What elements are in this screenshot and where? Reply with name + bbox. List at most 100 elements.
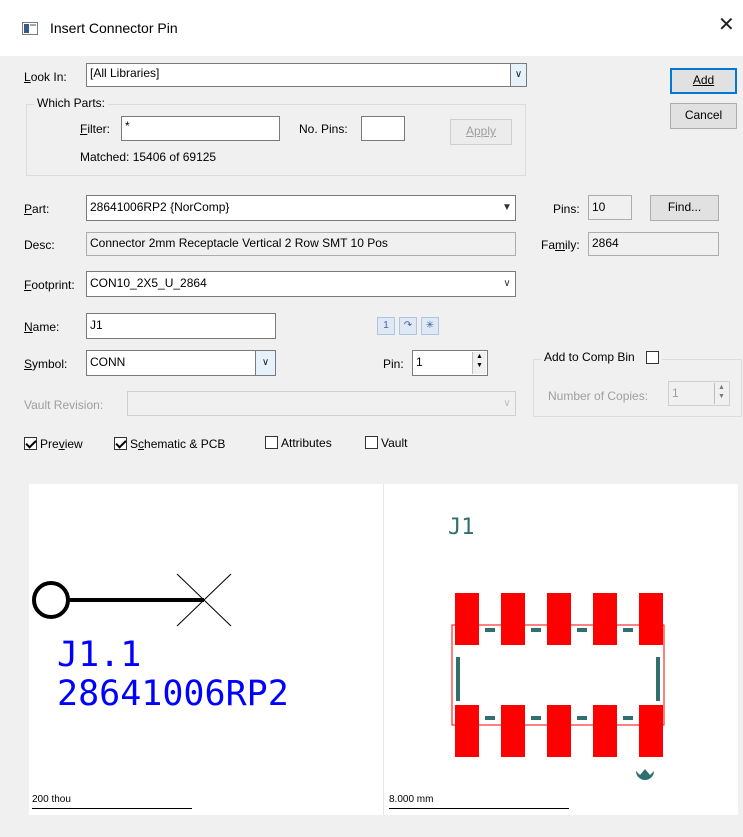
family-label: Family:: [541, 238, 580, 252]
schematic-pcb-checkbox[interactable]: [114, 437, 127, 451]
part-value: 28641006RP2 {NorComp}: [90, 200, 230, 214]
desc-label: Desc:: [24, 238, 55, 252]
which-parts-caption: Which Parts:: [34, 96, 109, 110]
pad: [593, 593, 617, 645]
rotate-tool-icon[interactable]: ↷: [399, 317, 417, 335]
footprint-value: CON10_2X5_U_2864: [90, 276, 207, 290]
schematic-pcb-label: Schematic & PCB: [130, 436, 226, 451]
comp-bin-label: Add to Comp Bin: [544, 350, 635, 364]
pins-value: 10: [588, 195, 632, 220]
schematic-ref-text: J1.1: [57, 635, 142, 675]
window-title: Insert Connector Pin: [50, 20, 178, 36]
no-pins-input[interactable]: [361, 116, 405, 141]
filter-label: Filter:: [80, 122, 111, 136]
part-dropdown[interactable]: 28641006RP2 {NorComp} ▼: [86, 195, 516, 221]
chevron-down-icon[interactable]: ∨: [255, 351, 275, 375]
schematic-pin-graphic: [32, 573, 232, 627]
pad: [455, 705, 479, 757]
silk-mark: [485, 716, 495, 720]
family-value: 2864: [588, 232, 719, 256]
silk-mark: [577, 628, 587, 632]
comp-bin-caption: Add to Comp Bin: [541, 350, 663, 365]
pins-label: Pins:: [553, 202, 580, 216]
pad: [455, 593, 479, 645]
add-button-label: Add: [692, 73, 715, 87]
no-pins-label: No. Pins:: [299, 122, 348, 136]
schematic-scale-label: 200 thou: [32, 794, 71, 805]
schematic-part-text: 28641006RP2: [57, 674, 289, 714]
name-input[interactable]: J1: [86, 313, 276, 339]
look-in-label: Look In:: [24, 70, 67, 84]
vault-revision-label: Vault Revision:: [24, 398, 104, 412]
symbol-label: Symbol:: [24, 357, 68, 371]
symbol-dropdown[interactable]: CONN ∨: [86, 350, 276, 376]
schematic-pcb-option[interactable]: Schematic & PCB: [114, 436, 225, 451]
close-icon[interactable]: ✕: [718, 15, 735, 35]
silk-mark: [577, 716, 587, 720]
pcb-footprint-graphic: [451, 593, 665, 780]
pin1-marker-icon: [636, 769, 654, 780]
pin-spinner[interactable]: 1 ▲ ▼: [412, 350, 488, 376]
filter-input[interactable]: *: [121, 116, 280, 141]
pcb-scale-label: 8.000 mm: [389, 794, 434, 805]
pcb-ref-text: J1: [448, 515, 475, 540]
silk-mark: [531, 628, 541, 632]
silk-mark: [531, 716, 541, 720]
pin-circle: [32, 581, 70, 619]
vault-label: Vault: [381, 435, 408, 450]
number-tool-icon[interactable]: 1: [377, 317, 395, 335]
asterisk-tool-icon[interactable]: ✳: [421, 317, 439, 335]
pad: [501, 705, 525, 757]
attributes-checkbox[interactable]: [265, 436, 278, 450]
vault-revision-dropdown[interactable]: ∨: [127, 391, 516, 416]
spinner-arrows-icon[interactable]: ▲ ▼: [472, 352, 486, 374]
copies-label: Number of Copies:: [548, 389, 649, 403]
name-label: Name:: [24, 320, 60, 334]
vault-checkbox[interactable]: [365, 436, 378, 450]
pad: [593, 705, 617, 757]
silk-mark: [456, 657, 460, 701]
desc-value: Connector 2mm Receptacle Vertical 2 Row …: [86, 232, 516, 256]
footprint-dropdown[interactable]: CON10_2X5_U_2864 ∨: [86, 271, 516, 297]
chevron-down-icon[interactable]: ∨: [499, 272, 515, 296]
pad: [639, 593, 663, 645]
pcb-scale-bar: [389, 808, 569, 809]
schematic-scale-bar: [32, 808, 192, 809]
add-button[interactable]: Add: [670, 68, 737, 94]
dropdown-arrow-icon[interactable]: ▼: [499, 196, 515, 220]
find-button[interactable]: Find...: [650, 195, 719, 221]
copies-value: 1: [672, 386, 679, 400]
pads-top: [455, 593, 663, 645]
copies-spinner[interactable]: 1 ▲ ▼: [668, 381, 730, 406]
look-in-value: [All Libraries]: [90, 66, 160, 80]
pads-bottom: [455, 705, 663, 757]
comp-bin-checkbox[interactable]: [646, 351, 660, 365]
preview-checkbox[interactable]: [24, 437, 37, 451]
pin-value: 1: [416, 355, 423, 369]
silk-mark: [623, 628, 633, 632]
footprint-label: Footprint:: [24, 278, 75, 292]
symbol-value: CONN: [90, 355, 126, 369]
look-in-dropdown[interactable]: [All Libraries] ∨: [86, 63, 527, 87]
pad: [639, 705, 663, 757]
chevron-down-icon[interactable]: ∨: [499, 392, 515, 415]
spinner-arrows-icon[interactable]: ▲ ▼: [714, 383, 728, 404]
attributes-option[interactable]: Attributes: [265, 435, 332, 450]
vault-option[interactable]: Vault: [365, 435, 407, 450]
matched-text: Matched: 15406 of 69125: [80, 150, 217, 164]
app-icon: [22, 22, 38, 35]
apply-button[interactable]: Apply: [450, 119, 512, 145]
chevron-down-icon[interactable]: ∨: [510, 64, 526, 86]
silk-mark: [485, 628, 495, 632]
preview-divider: [383, 484, 384, 815]
pad: [547, 705, 571, 757]
preview-label: Preview: [40, 436, 83, 451]
preview-option[interactable]: Preview: [24, 436, 83, 451]
silk-mark: [623, 716, 633, 720]
attributes-label: Attributes: [281, 435, 332, 450]
pad: [547, 593, 571, 645]
pad: [501, 593, 525, 645]
cancel-button[interactable]: Cancel: [670, 103, 737, 129]
part-label: Part:: [24, 202, 50, 216]
pin-label: Pin:: [383, 357, 404, 371]
